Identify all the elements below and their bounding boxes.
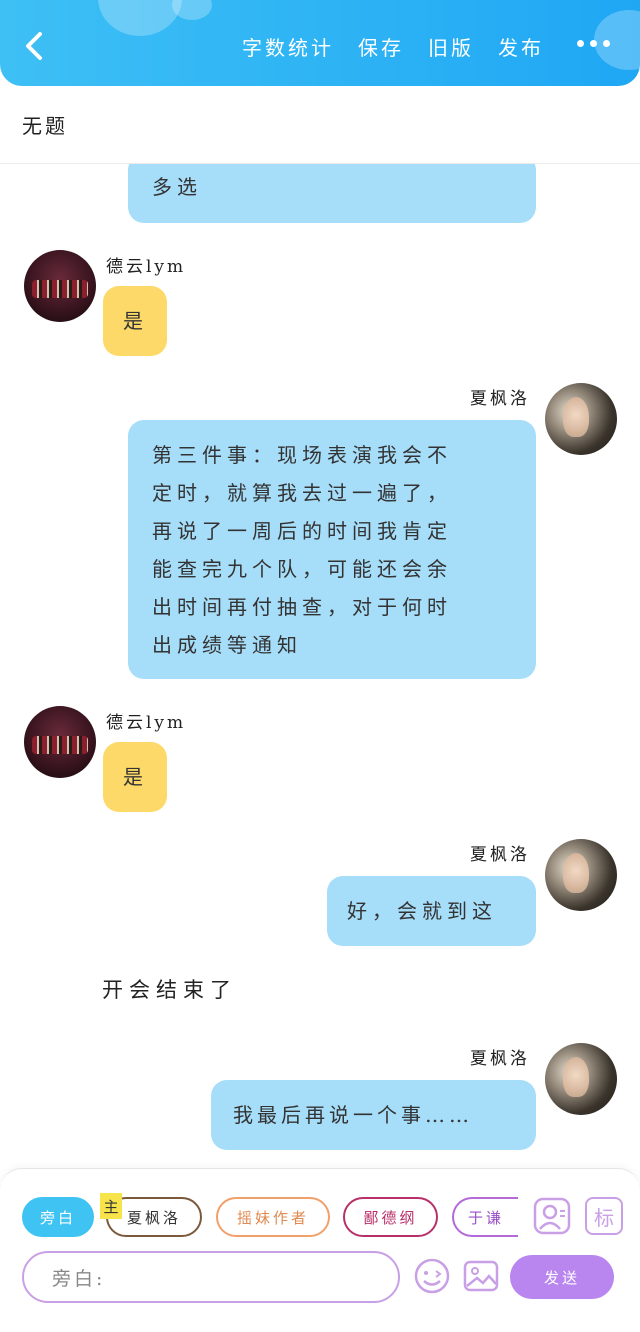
speaker-name: 夏枫洛: [470, 845, 530, 865]
chevron-left-icon: [26, 32, 42, 60]
chat-area[interactable]: 多选 德云lym 是 夏枫洛 第三件事：现场表演我会不 定时，就算我去过一遍了，…: [0, 164, 640, 1170]
message-input[interactable]: 旁白:: [22, 1251, 400, 1303]
save-button[interactable]: 保存: [358, 32, 404, 61]
avatar[interactable]: [545, 1043, 617, 1115]
app-header: 字数统计 保存 旧版 发布: [0, 0, 640, 86]
old-version-button[interactable]: 旧版: [428, 32, 474, 61]
header-decoration: [98, 0, 182, 36]
role-chip-narration[interactable]: 旁白: [22, 1197, 94, 1237]
back-button[interactable]: [18, 26, 54, 66]
role-chip-degang[interactable]: 鄙德纲: [343, 1197, 438, 1237]
speaker-name: 夏枫洛: [470, 389, 530, 409]
speaker-name: 德云lym: [106, 257, 187, 277]
message-bubble[interactable]: 是: [103, 286, 167, 356]
avatar[interactable]: [24, 250, 96, 322]
mark-button[interactable]: 标: [585, 1197, 623, 1235]
composer-panel: 旁白 夏枫洛 主 摇妹作者 鄙德纲 于谦 标 旁白: 发送: [0, 1168, 640, 1332]
message-bubble[interactable]: 是: [103, 742, 167, 812]
message-bubble[interactable]: 多选: [128, 164, 536, 223]
role-chip-yuqian[interactable]: 于谦: [452, 1197, 518, 1237]
narration-text[interactable]: 开会结束了: [102, 974, 237, 1004]
speaker-name: 德云lym: [106, 713, 187, 733]
role-chip-author[interactable]: 摇妹作者: [216, 1197, 330, 1237]
message-line: 出成绩等通知: [152, 633, 302, 657]
header-decoration: [172, 0, 212, 20]
image-icon[interactable]: [462, 1257, 500, 1299]
avatar[interactable]: [545, 839, 617, 911]
word-count-button[interactable]: 字数统计: [242, 32, 334, 61]
message-line: 能查完九个队，可能还会余: [152, 557, 452, 581]
publish-button[interactable]: 发布: [498, 32, 544, 61]
emoji-icon[interactable]: [413, 1257, 451, 1299]
speaker-name: 夏枫洛: [470, 1049, 530, 1069]
send-button[interactable]: 发送: [510, 1255, 614, 1299]
host-tag: 主: [100, 1193, 122, 1219]
message-bubble[interactable]: 第三件事：现场表演我会不 定时，就算我去过一遍了， 再说了一周后的时间我肯定 能…: [128, 420, 536, 679]
message-line: 第三件事：现场表演我会不: [152, 443, 452, 467]
message-line: 定时，就算我去过一遍了，: [152, 481, 452, 505]
avatar[interactable]: [545, 383, 617, 455]
character-manage-icon[interactable]: [533, 1197, 571, 1239]
more-options-icon[interactable]: [577, 40, 610, 47]
message-line: 出时间再付抽查，对于何时: [152, 595, 452, 619]
document-title-bar[interactable]: 无题: [0, 86, 640, 164]
document-title[interactable]: 无题: [22, 110, 68, 139]
message-bubble[interactable]: 我最后再说一个事……: [211, 1080, 536, 1150]
avatar[interactable]: [24, 706, 96, 778]
message-bubble[interactable]: 好，会就到这: [327, 876, 536, 946]
message-line: 再说了一周后的时间我肯定: [152, 519, 452, 543]
